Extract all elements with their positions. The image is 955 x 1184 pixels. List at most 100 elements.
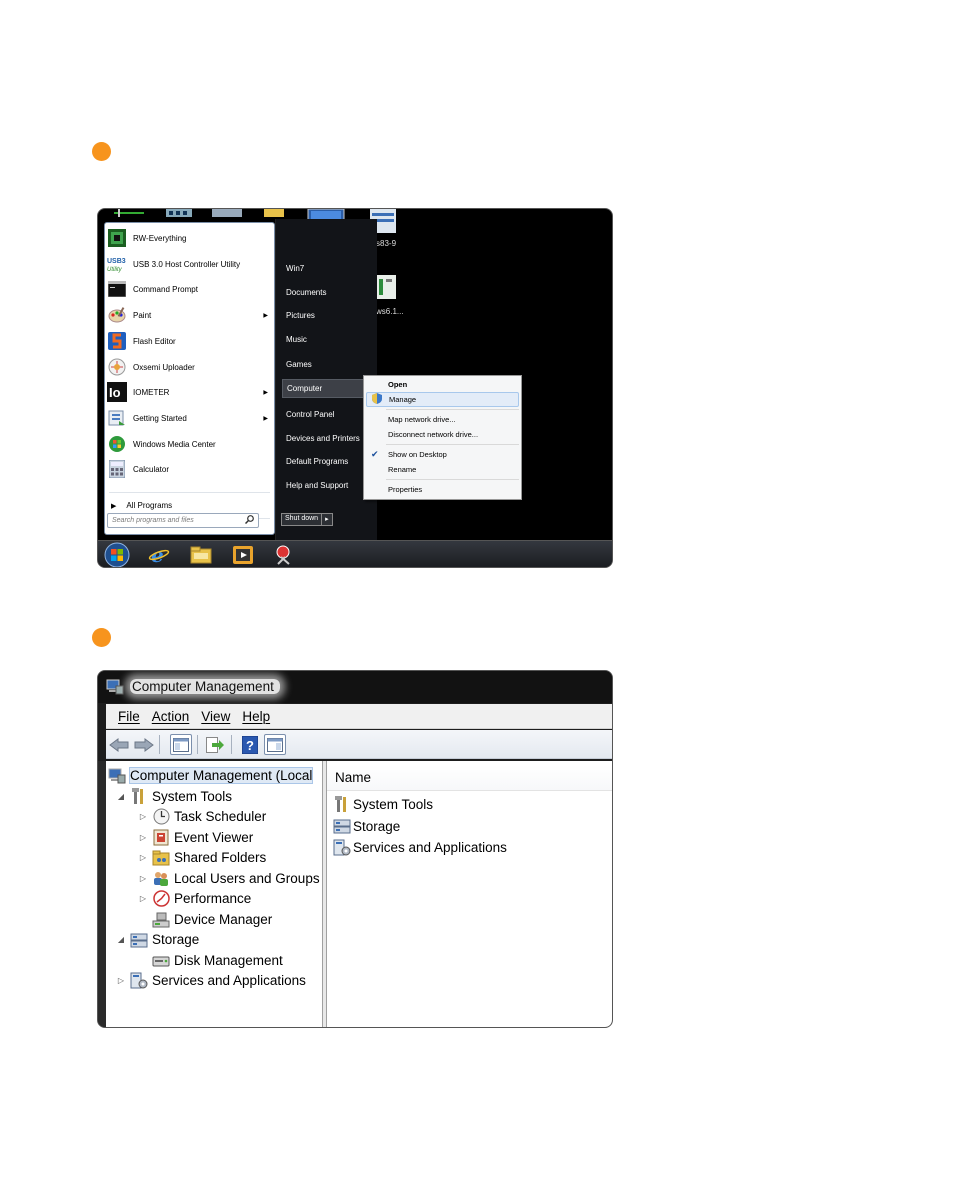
start-item-control-panel[interactable]: Control Panel [282, 405, 374, 424]
list-item-label: System Tools [353, 796, 434, 812]
program-usb3-utility[interactable]: USB3 Utility USB 3.0 Host Controller Util… [107, 252, 272, 276]
show-hide-action-pane-icon[interactable] [264, 734, 286, 755]
export-list-icon[interactable] [204, 734, 226, 755]
desktop-icon-ws6[interactable] [376, 275, 396, 299]
program-flash-editor[interactable]: Flash Editor [107, 329, 272, 353]
tree-shared-folders[interactable]: ▷ Shared Folders [138, 848, 266, 867]
start-item-games[interactable]: Games [282, 355, 374, 374]
media-player-icon[interactable] [232, 545, 254, 565]
list-item-storage[interactable]: Storage [333, 816, 400, 836]
start-item-win7[interactable]: Win7 [282, 259, 374, 278]
desktop-icon-top-2[interactable] [166, 209, 192, 217]
submenu-arrow-icon: ▶ [263, 415, 268, 422]
command-prompt-icon [107, 279, 127, 299]
expand-triangle-icon[interactable]: ▷ [138, 812, 148, 821]
list-item-system-tools[interactable]: System Tools [333, 794, 433, 814]
snipping-tool-icon[interactable] [274, 545, 296, 565]
start-item-default-programs[interactable]: Default Programs [282, 452, 374, 471]
program-rw-everything[interactable]: RW-Everything [107, 226, 272, 250]
expand-triangle-icon[interactable]: ▷ [138, 894, 148, 903]
desktop-icon-top-1[interactable] [114, 209, 144, 217]
program-iometer[interactable]: Io IOMETER ▶ [107, 380, 272, 404]
show-hide-console-tree-icon[interactable] [170, 734, 192, 755]
program-calculator[interactable]: Calculator [107, 457, 272, 481]
shield-icon [372, 393, 382, 406]
program-windows-media-center[interactable]: Windows Media Center [107, 432, 272, 456]
tree-event-viewer[interactable]: ▷ Event Viewer [138, 828, 253, 847]
menu-view[interactable]: View [201, 709, 230, 724]
start-item-documents[interactable]: Documents [282, 283, 374, 302]
window-title: Computer Management [130, 679, 280, 694]
usb3-icon: USB3 Utility [107, 254, 127, 274]
tree-task-scheduler[interactable]: ▷ Task Scheduler [138, 807, 266, 826]
tools-icon [333, 795, 351, 813]
menu-help[interactable]: Help [242, 709, 270, 724]
context-show-on-desktop[interactable]: ✔ Show on Desktop [366, 447, 519, 462]
expand-triangle-icon[interactable]: ▷ [138, 874, 148, 883]
program-command-prompt[interactable]: Command Prompt [107, 277, 272, 301]
program-label: Command Prompt [133, 284, 198, 294]
context-open[interactable]: Open [366, 377, 519, 392]
forward-arrow-icon[interactable] [133, 734, 155, 755]
tree-device-manager[interactable]: Device Manager [138, 910, 272, 929]
tree-storage[interactable]: ◢ Storage [116, 930, 199, 949]
collapse-triangle-icon[interactable]: ◢ [116, 935, 126, 944]
shared-folder-icon [152, 849, 170, 866]
tree-event-viewer-label: Event Viewer [174, 830, 254, 845]
list-item-services-applications[interactable]: Services and Applications [333, 837, 507, 857]
menu-file[interactable]: File [118, 709, 140, 724]
tree-disk-management[interactable]: Disk Management [138, 951, 283, 970]
program-list-divider [109, 492, 270, 493]
step-2-marker [92, 628, 111, 647]
tree-system-tools[interactable]: ◢ System Tools [116, 787, 232, 806]
toolbar: ? [106, 730, 612, 759]
context-show-label: Show on Desktop [388, 450, 447, 459]
expand-triangle-icon[interactable]: ▷ [116, 976, 126, 985]
help-icon[interactable]: ? [239, 734, 261, 755]
context-manage[interactable]: Manage [366, 392, 519, 407]
start-orb-icon[interactable] [104, 542, 130, 567]
search-input[interactable]: Search programs and files [107, 513, 259, 528]
tree-local-users-groups[interactable]: ▷ Local Users and Groups [138, 869, 320, 888]
start-item-help-support[interactable]: Help and Support [282, 476, 374, 495]
window-titlebar[interactable]: Computer Management [98, 671, 612, 703]
context-map-network-drive[interactable]: Map network drive... [366, 412, 519, 427]
submenu-arrow-icon: ▶ [263, 312, 268, 319]
desktop-label-2: ws6.1... [376, 307, 404, 316]
program-oxsemi-uploader[interactable]: Oxsemi Uploader [107, 355, 272, 379]
menu-action[interactable]: Action [152, 709, 190, 724]
tree-services-applications[interactable]: ▷ Services and Applications [116, 971, 306, 990]
column-header-name[interactable]: Name [327, 765, 612, 791]
start-item-devices-printers[interactable]: Devices and Printers [282, 429, 374, 448]
performance-icon [152, 890, 170, 907]
context-properties[interactable]: Properties [366, 482, 519, 497]
context-disconnect-network-drive[interactable]: Disconnect network drive... [366, 427, 519, 442]
program-getting-started[interactable]: Getting Started ▶ [107, 406, 272, 430]
start-item-music[interactable]: Music [282, 330, 374, 349]
start-item-pictures[interactable]: Pictures [282, 306, 374, 325]
context-rename[interactable]: Rename [366, 462, 519, 477]
taskbar: e [98, 540, 612, 567]
shutdown-options-arrow[interactable]: ▸ [322, 513, 333, 526]
explorer-folder-icon[interactable] [190, 545, 212, 565]
desktop-icon-top-3[interactable] [212, 209, 242, 217]
column-header-label: Name [335, 770, 372, 785]
program-label: RW-Everything [133, 233, 187, 243]
program-paint[interactable]: Paint ▶ [107, 303, 272, 327]
all-programs-button[interactable]: ▶ All Programs [111, 501, 172, 510]
expand-triangle-icon[interactable]: ▷ [138, 833, 148, 842]
collapse-triangle-icon[interactable]: ◢ [116, 792, 126, 801]
tree-root-computer-management[interactable]: Computer Management (Local [108, 766, 314, 785]
desktop-icon-top-4[interactable] [264, 209, 284, 217]
start-item-computer[interactable]: Computer [282, 379, 374, 398]
disk-management-icon [152, 952, 170, 969]
toolbar-separator [231, 735, 232, 754]
context-disconnect-label: Disconnect network drive... [388, 430, 479, 439]
back-arrow-icon[interactable] [108, 734, 130, 755]
tree-performance[interactable]: ▷ Performance [138, 889, 251, 908]
computer-management-screenshot: Computer Management File Action View Hel… [97, 670, 613, 1028]
tools-icon [130, 788, 148, 805]
expand-triangle-icon[interactable]: ▷ [138, 853, 148, 862]
internet-explorer-icon[interactable]: e [148, 545, 170, 565]
shutdown-button[interactable]: Shut down [281, 513, 323, 526]
